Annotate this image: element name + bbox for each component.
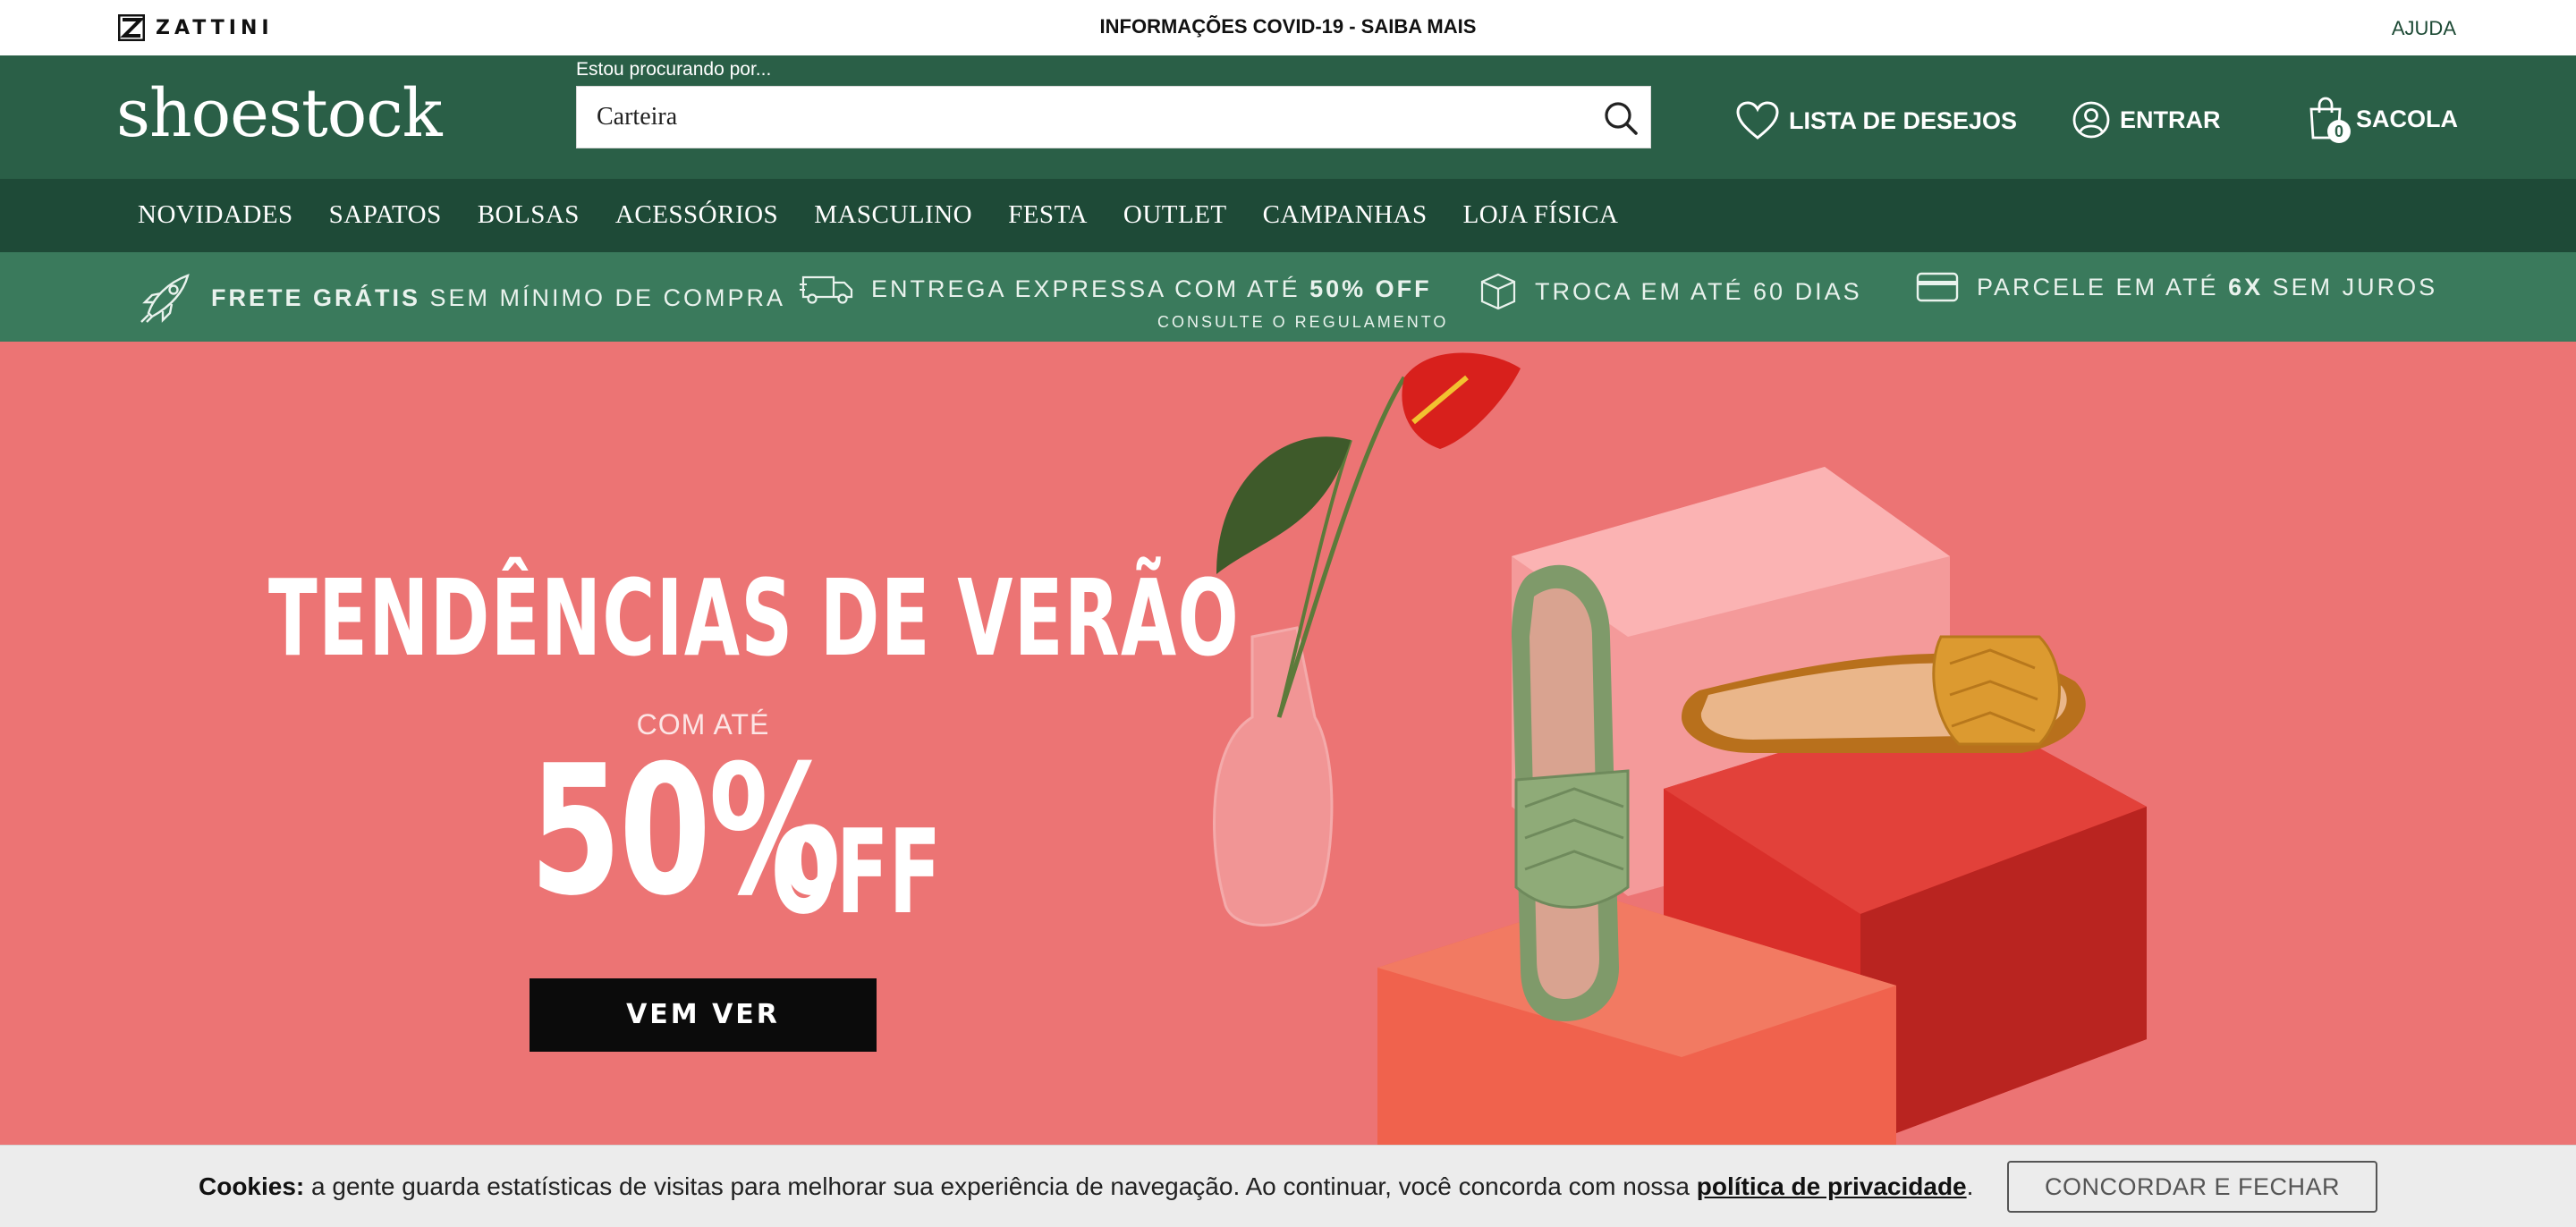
cookie-message: Cookies: a gente guarda estatísticas de … bbox=[199, 1172, 1973, 1201]
cookie-banner: Cookies: a gente guarda estatísticas de … bbox=[0, 1145, 2576, 1227]
nav-item-campanhas[interactable]: CAMPANHAS bbox=[1263, 200, 1428, 230]
shoestock-logo[interactable]: shoestock bbox=[116, 80, 443, 147]
hero-product-image bbox=[1213, 352, 2147, 1147]
accept-cookies-button[interactable]: CONCORDAR E FECHAR bbox=[2007, 1161, 2377, 1213]
help-link[interactable]: AJUDA bbox=[2392, 17, 2456, 40]
nav-item-bolsas[interactable]: BOLSAS bbox=[478, 200, 580, 230]
benefit-free-shipping: FRETE GRÁTIS SEM MÍNIMO DE COMPRA bbox=[138, 272, 785, 324]
nav-item-novidades[interactable]: NOVIDADES bbox=[138, 200, 293, 230]
search-box bbox=[576, 86, 1651, 148]
benefit-2-terms-link[interactable]: CONSULTE O REGULAMENTO bbox=[1157, 313, 1448, 332]
cookie-end: . bbox=[1966, 1172, 1974, 1200]
heart-icon bbox=[1736, 101, 1779, 140]
login-label: ENTRAR bbox=[2120, 106, 2221, 133]
hero-banner[interactable]: TENDÊNCIAS DE VERÃO COM ATÉ 50% OFF VEM … bbox=[0, 342, 2576, 1147]
wishlist-button[interactable]: LISTA DE DESEJOS bbox=[1735, 100, 2017, 141]
main-header: shoestock Estou procurando por... LISTA … bbox=[0, 55, 2576, 179]
nav-item-loja-fisica[interactable]: LOJA FÍSICA bbox=[1463, 200, 1619, 230]
card-icon bbox=[1916, 272, 1959, 302]
user-icon bbox=[2072, 101, 2110, 139]
bag-button[interactable]: 0 SACOLA bbox=[2308, 97, 2458, 143]
search-caption: Estou procurando por... bbox=[576, 59, 772, 80]
search-icon[interactable] bbox=[1602, 99, 1640, 137]
truck-icon bbox=[800, 275, 853, 304]
nav-item-festa[interactable]: FESTA bbox=[1008, 200, 1088, 230]
benefit-2-text: ENTREGA EXPRESSA COM ATÉ 50% OFF bbox=[871, 275, 1432, 302]
benefit-exchange: TROCA EM ATÉ 60 DIAS bbox=[1479, 272, 1862, 311]
bag-label: SACOLA bbox=[2356, 105, 2458, 132]
bag-icon-wrap: 0 bbox=[2308, 97, 2351, 143]
search-input[interactable] bbox=[597, 87, 1563, 148]
covid-info-link[interactable]: INFORMAÇÕES COVID-19 - SAIBA MAIS bbox=[0, 15, 2576, 38]
nav-item-masculino[interactable]: MASCULINO bbox=[814, 200, 972, 230]
bag-count-badge: 0 bbox=[2327, 120, 2351, 143]
cookie-lead: Cookies: bbox=[199, 1172, 305, 1200]
nav-item-outlet[interactable]: OUTLET bbox=[1123, 200, 1227, 230]
hero-off: OFF bbox=[771, 804, 942, 940]
benefit-1-text: FRETE GRÁTIS SEM MÍNIMO DE COMPRA bbox=[211, 283, 786, 311]
top-bar: ZATTINI INFORMAÇÕES COVID-19 - SAIBA MAI… bbox=[0, 0, 2576, 55]
hero-cta-button[interactable]: VEM VER bbox=[530, 978, 877, 1052]
wishlist-label: LISTA DE DESEJOS bbox=[1789, 106, 2018, 134]
privacy-policy-link[interactable]: política de privacidade bbox=[1697, 1172, 1967, 1200]
cookie-body: a gente guarda estatísticas de visitas p… bbox=[304, 1172, 1697, 1200]
benefit-installments: PARCELE EM ATÉ 6X SEM JUROS bbox=[1916, 272, 2437, 302]
nav-item-sapatos[interactable]: SAPATOS bbox=[329, 200, 442, 230]
category-list: NOVIDADES SAPATOS BOLSAS ACESSÓRIOS MASC… bbox=[138, 200, 1619, 230]
login-button[interactable]: ENTRAR bbox=[2072, 100, 2221, 140]
category-nav: NOVIDADES SAPATOS BOLSAS ACESSÓRIOS MASC… bbox=[0, 179, 2576, 252]
benefit-3-text: TROCA EM ATÉ 60 DIAS bbox=[1535, 277, 1862, 305]
rocket-icon bbox=[140, 274, 190, 323]
benefits-strip: FRETE GRÁTIS SEM MÍNIMO DE COMPRA ENTREG… bbox=[0, 252, 2576, 342]
benefit-express: ENTREGA EXPRESSA COM ATÉ 50% OFF bbox=[800, 272, 1432, 306]
benefit-4-text: PARCELE EM ATÉ 6X SEM JUROS bbox=[1977, 273, 2438, 300]
nav-item-acessorios[interactable]: ACESSÓRIOS bbox=[615, 200, 778, 230]
box-icon bbox=[1480, 273, 1516, 310]
hero-title: TENDÊNCIAS DE VERÃO bbox=[268, 556, 1241, 680]
